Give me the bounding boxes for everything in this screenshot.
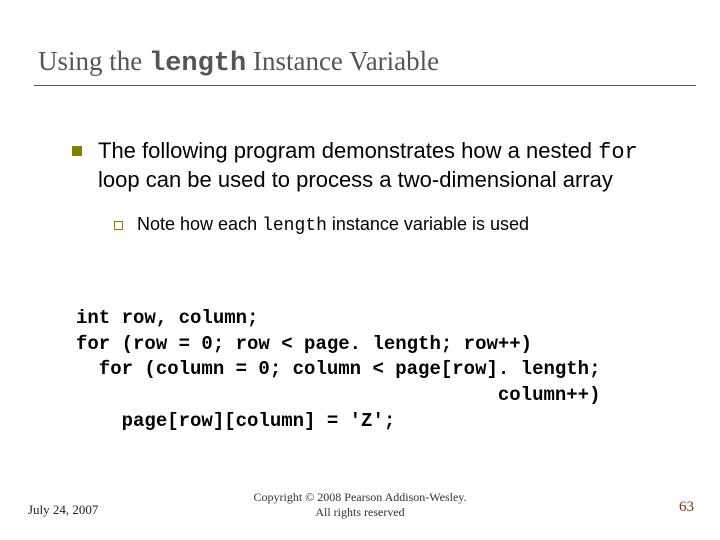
footer-copyright: Copyright © 2008 Pearson Addison-Wesley.…	[0, 490, 720, 520]
footer-copy-2: All rights reserved	[315, 505, 404, 519]
bullet-1-mono: for	[598, 140, 638, 165]
sub-bullet-text: Note how each length instance variable i…	[137, 214, 529, 238]
square-bullet-icon	[72, 146, 82, 156]
bullet-1-t2: loop can be used to process a two-dimens…	[98, 167, 613, 192]
slide-number: 63	[679, 499, 694, 516]
sub-bullet-1: Note how each length instance variable i…	[114, 214, 662, 238]
bullet-1: The following program demonstrates how a…	[72, 138, 662, 194]
sub-t1: Note how each	[137, 214, 262, 234]
slide: Using the length Instance Variable The f…	[0, 0, 720, 540]
footer-copy-1: Copyright © 2008 Pearson Addison-Wesley.	[253, 490, 466, 504]
hollow-square-bullet-icon	[114, 221, 123, 230]
bullet-1-t1: The following program demonstrates how a…	[98, 138, 598, 163]
title-text-2: Instance Variable	[246, 46, 439, 76]
code-block: int row, column; for (row = 0; row < pag…	[76, 306, 601, 434]
sub-bullet-row: Note how each length instance variable i…	[114, 214, 662, 238]
title-mono: length	[149, 49, 246, 79]
title-underline	[34, 85, 696, 86]
sub-mono: length	[262, 216, 327, 236]
sub-t2: instance variable is used	[327, 214, 529, 234]
slide-title: Using the length Instance Variable	[38, 46, 682, 79]
title-text-1: Using the	[38, 46, 149, 76]
slide-body: The following program demonstrates how a…	[72, 138, 662, 238]
bullet-1-text: The following program demonstrates how a…	[98, 138, 662, 194]
